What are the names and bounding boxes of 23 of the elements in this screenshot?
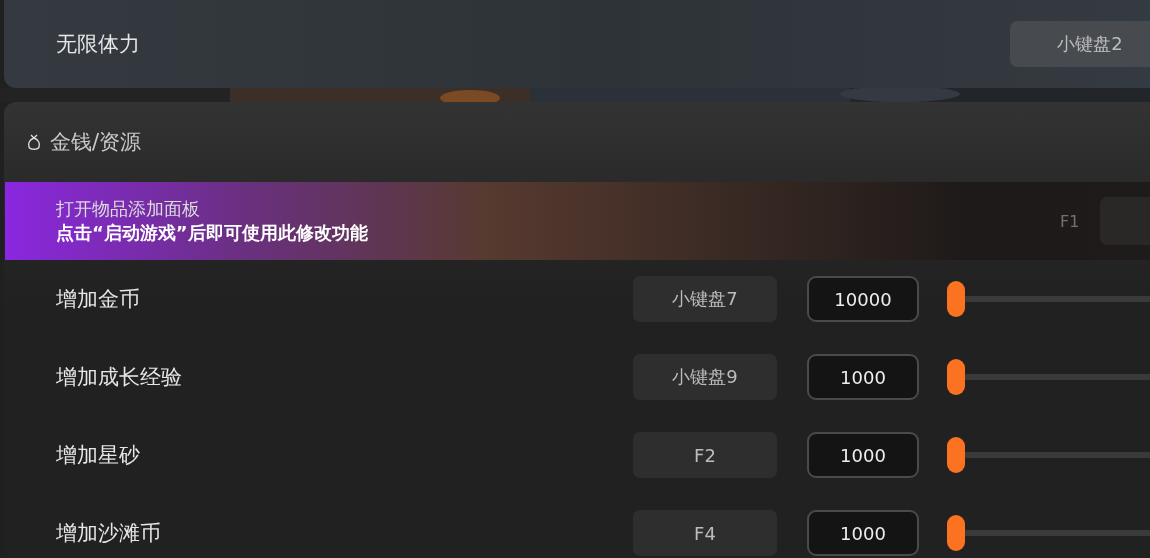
- slider-thumb[interactable]: [947, 437, 965, 473]
- hotkey-button[interactable]: 小键盘2: [1010, 21, 1150, 67]
- value-field[interactable]: 1000: [807, 510, 919, 556]
- hotkey-button[interactable]: F4: [633, 510, 777, 556]
- hotkey-button[interactable]: F2: [633, 432, 777, 478]
- value-field[interactable]: 10000: [807, 276, 919, 322]
- cheat-label: 增加成长经验: [56, 364, 183, 391]
- cheat-label: 增加金币: [56, 286, 141, 313]
- slider-thumb[interactable]: [947, 281, 965, 317]
- value-field[interactable]: 1000: [807, 354, 919, 400]
- hotkey-label: F1: [1060, 211, 1081, 231]
- cheat-label: 无限体力: [56, 31, 141, 58]
- slider-thumb[interactable]: [947, 515, 965, 551]
- banner-title: 打开物品添加面板: [56, 197, 201, 221]
- hotkey-button[interactable]: 小键盘7: [633, 276, 777, 322]
- cheat-label: 增加沙滩币: [56, 520, 162, 547]
- banner-notice: 点击“启动游戏”后即可使用此修改功能: [56, 221, 369, 245]
- money-bag-icon: [26, 133, 42, 151]
- value-field[interactable]: 1000: [807, 432, 919, 478]
- hotkey-button[interactable]: 小键盘9: [633, 354, 777, 400]
- section-title: 金钱/资源: [50, 129, 142, 156]
- slider-thumb[interactable]: [947, 359, 965, 395]
- cheat-label: 增加星砂: [56, 442, 141, 469]
